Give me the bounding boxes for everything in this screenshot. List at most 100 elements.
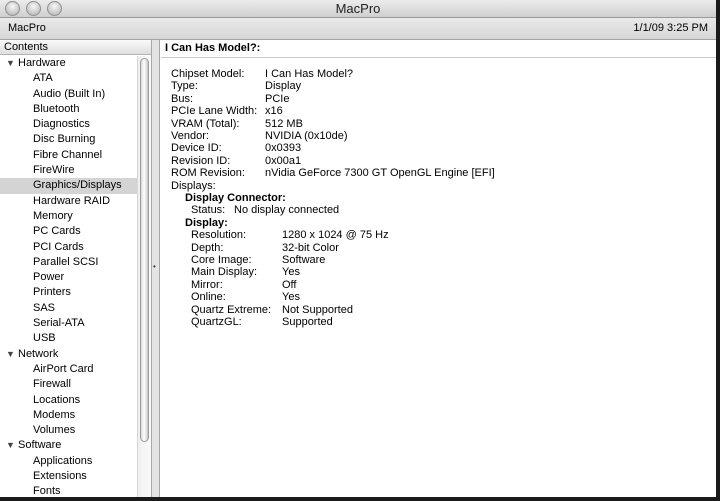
disclosure-triangle-icon[interactable]: ▼ xyxy=(6,438,18,453)
sidebar-category-software[interactable]: ▼ Software xyxy=(0,438,137,453)
property-row: Displays: xyxy=(171,180,216,193)
splitter-grip-icon: • xyxy=(153,262,156,271)
property-value: Display xyxy=(265,80,302,93)
property-label: Depth: xyxy=(191,241,224,254)
sidebar-item-label: Disc Burning xyxy=(33,133,96,146)
sidebar-item-pci-cards[interactable]: PCI Cards xyxy=(0,240,137,255)
split-view-divider[interactable]: • xyxy=(152,40,160,497)
sidebar-item-audio-built-in[interactable]: Audio (Built In) xyxy=(0,87,137,102)
sidebar-item-label: ATA xyxy=(33,72,53,85)
sidebar-item-parallel-scsi[interactable]: Parallel SCSI xyxy=(0,255,137,270)
sidebar-item-label: Bluetooth xyxy=(33,102,80,115)
detail-heading: I Can Has Model?: xyxy=(165,42,261,54)
property-row: Type: Display xyxy=(171,80,301,93)
sidebar-item-label: Volumes xyxy=(33,424,76,437)
sidebar-item-label: Graphics/Displays xyxy=(33,179,122,192)
sidebar-item-memory[interactable]: Memory xyxy=(0,209,137,224)
sidebar-item-locations[interactable]: Locations xyxy=(0,393,137,408)
property-value: NVIDIA (0x10de) xyxy=(265,130,348,142)
property-label: Displays: xyxy=(171,179,216,192)
property-row: Depth: 32-bit Color xyxy=(191,241,339,255)
sidebar-item-label: Power xyxy=(33,271,65,284)
property-label: Resolution: xyxy=(191,229,247,242)
property-label: Type: xyxy=(171,80,198,93)
contents-sidebar: Contents ▼ Hardware ATA Audio (Built In) Blu… xyxy=(0,40,152,497)
sidebar-item-label: AirPort Card xyxy=(33,362,94,375)
title-bar[interactable]: MacPro xyxy=(0,0,716,18)
disclosure-triangle-icon[interactable]: ▼ xyxy=(6,56,18,71)
window-title: MacPro xyxy=(335,1,381,16)
sidebar-item-graphics-displays[interactable]: Graphics/Displays xyxy=(0,178,137,194)
property-label: Vendor: xyxy=(171,130,209,142)
sidebar-category-hardware[interactable]: ▼ Hardware xyxy=(0,56,137,71)
sidebar-category-network[interactable]: ▼ Network xyxy=(0,347,137,362)
property-value: Off xyxy=(282,278,297,291)
sidebar-item-pc-cards[interactable]: PC Cards xyxy=(0,224,137,239)
sidebar-item-ata[interactable]: ATA xyxy=(0,71,137,86)
sidebar-item-serial-ata[interactable]: Serial-ATA xyxy=(0,316,137,331)
sidebar-item-firewire[interactable]: FireWire xyxy=(0,163,137,178)
detail-pane: I Can Has Model?: Chipset Model: I Can Ha… xyxy=(161,40,716,497)
scrollbar-thumb[interactable] xyxy=(140,58,149,442)
property-value: Yes xyxy=(282,266,300,279)
sidebar-item-label: Audio (Built In) xyxy=(33,87,106,100)
display-connector-heading: Display Connector: xyxy=(185,192,286,204)
property-row: Revision ID: 0x00a1 xyxy=(171,154,301,168)
contents-tree: ▼ Hardware ATA Audio (Built In) Bluetooth Dia… xyxy=(0,56,137,497)
property-row: Online: Yes xyxy=(191,291,300,304)
sidebar-item-disc-burning[interactable]: Disc Burning xyxy=(0,132,137,147)
sidebar-item-extensions[interactable]: Extensions xyxy=(0,469,137,484)
toolbar: MacPro 1/1/09 3:25 PM xyxy=(0,18,716,40)
sidebar-item-fonts[interactable]: Fonts xyxy=(0,484,137,497)
sidebar-item-label: Diagnostics xyxy=(33,118,90,131)
sidebar-item-usb[interactable]: USB xyxy=(0,331,137,346)
property-row: Device ID: 0x0393 xyxy=(171,142,301,155)
property-value: Supported xyxy=(282,316,333,328)
property-value: 0x00a1 xyxy=(265,154,302,167)
sidebar-item-label: USB xyxy=(33,332,56,345)
sidebar-item-label: PCI Cards xyxy=(33,240,84,253)
sidebar-item-label: Fibre Channel xyxy=(33,148,103,161)
property-row: PCIe Lane Width: x16 xyxy=(171,105,283,118)
detail-divider xyxy=(161,57,716,58)
disclosure-triangle-icon[interactable]: ▼ xyxy=(6,347,18,362)
sidebar-item-label: Software xyxy=(18,439,62,452)
property-label: Status: xyxy=(191,204,226,217)
property-row: Mirror: Off xyxy=(191,278,296,292)
property-row: QuartzGL: Supported xyxy=(191,316,333,329)
property-value: Not Supported xyxy=(282,303,353,316)
sidebar-item-label: Modems xyxy=(33,408,76,421)
sidebar-item-airport-card[interactable]: AirPort Card xyxy=(0,362,137,377)
property-label: Mirror: xyxy=(191,278,223,291)
date-time: 1/1/09 3:25 PM xyxy=(633,22,708,34)
sidebar-item-label: Locations xyxy=(33,393,81,406)
property-value: x16 xyxy=(265,105,283,118)
sidebar-item-label: Memory xyxy=(33,209,73,222)
sidebar-item-fibre-channel[interactable]: Fibre Channel xyxy=(0,148,137,163)
sidebar-item-label: Firewall xyxy=(33,378,71,391)
property-value: 0x0393 xyxy=(265,142,302,155)
sidebar-item-modems[interactable]: Modems xyxy=(0,408,137,423)
property-row: Quartz Extreme: Not Supported xyxy=(191,304,353,317)
sidebar-item-hardware-raid[interactable]: Hardware RAID xyxy=(0,194,137,209)
sidebar-item-firewall[interactable]: Firewall xyxy=(0,377,137,392)
sidebar-item-applications[interactable]: Applications xyxy=(0,454,137,469)
property-row: Main Display: Yes xyxy=(191,266,300,279)
property-value: 512 MB xyxy=(265,117,303,130)
property-row: Vendor: NVIDIA (0x10de) xyxy=(171,130,348,143)
sidebar-item-diagnostics[interactable]: Diagnostics xyxy=(0,117,137,132)
sidebar-item-printers[interactable]: Printers xyxy=(0,285,137,300)
property-label: Revision ID: xyxy=(171,154,231,167)
sidebar-item-bluetooth[interactable]: Bluetooth xyxy=(0,102,137,117)
sidebar-item-power[interactable]: Power xyxy=(0,270,137,285)
sidebar-item-sas[interactable]: SAS xyxy=(0,301,137,316)
sidebar-item-label: FireWire xyxy=(33,164,75,177)
contents-column-header[interactable]: Contents xyxy=(0,40,151,55)
sidebar-scrollbar[interactable] xyxy=(137,56,151,497)
property-row: ROM Revision: nVidia GeForce 7300 GT Open… xyxy=(171,167,495,180)
property-label: Core Image: xyxy=(191,254,252,266)
property-row: Chipset Model: I Can Has Model? xyxy=(171,68,353,81)
sidebar-item-label: Serial-ATA xyxy=(33,317,85,330)
property-label: Online: xyxy=(191,291,226,304)
sidebar-item-volumes[interactable]: Volumes xyxy=(0,423,137,438)
